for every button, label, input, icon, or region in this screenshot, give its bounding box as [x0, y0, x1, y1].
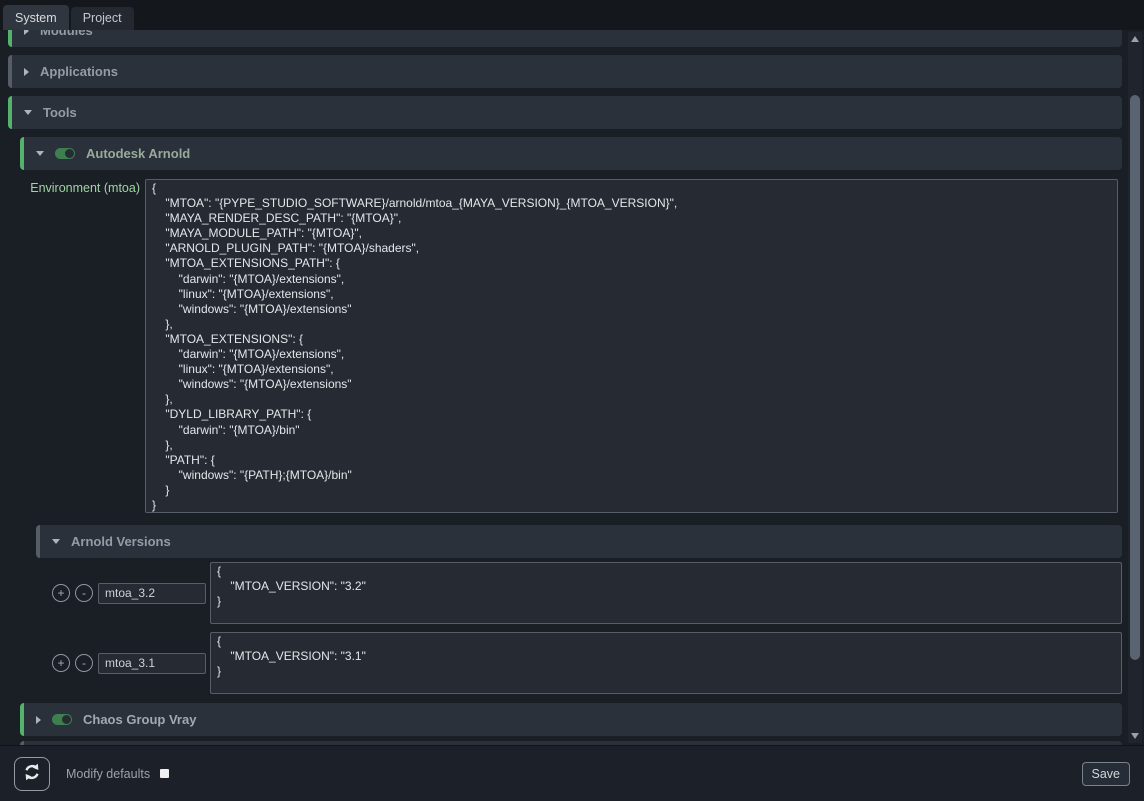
chevron-right-icon [36, 716, 41, 724]
chevron-down-icon [52, 539, 60, 544]
environment-json-editor[interactable]: { "MTOA": "{PYPE_STUDIO_SOFTWARE}/arnold… [145, 179, 1118, 513]
save-button[interactable]: Save [1082, 762, 1131, 786]
section-title: Applications [40, 64, 118, 79]
triangle-up-icon [1131, 36, 1139, 42]
version-key-input[interactable] [98, 583, 206, 604]
enabled-toggle[interactable] [55, 148, 75, 159]
chevron-right-icon [24, 68, 29, 76]
section-arnold-versions[interactable]: Arnold Versions [36, 525, 1122, 558]
scrollbar-thumb[interactable] [1130, 95, 1140, 660]
chevron-right-icon [24, 30, 29, 35]
section-title: Chaos Group Vray [83, 712, 196, 727]
version-row: + - { "MTOA_VERSION": "3.2" } [0, 562, 1122, 624]
toggle-knob [65, 149, 74, 158]
version-key-input[interactable] [98, 653, 206, 674]
add-version-button[interactable]: + [52, 584, 70, 602]
version-json-editor[interactable]: { "MTOA_VERSION": "3.1" } [210, 632, 1122, 694]
scroll-down-button[interactable] [1128, 729, 1142, 743]
remove-version-button[interactable]: - [75, 584, 93, 602]
chevron-down-icon [36, 151, 44, 156]
section-partially-visible[interactable] [20, 741, 1122, 745]
section-title: Arnold Versions [71, 534, 171, 549]
modify-defaults-checkbox[interactable] [160, 769, 169, 778]
environment-label: Environment (mtoa) [0, 179, 145, 513]
tab-system[interactable]: System [3, 5, 69, 30]
section-chaos-group-vray[interactable]: Chaos Group Vray [20, 703, 1122, 736]
environment-row: Environment (mtoa) { "MTOA": "{PYPE_STUD… [0, 179, 1122, 513]
footer-bar: Modify defaults Save [0, 745, 1144, 801]
settings-window: System Project Modules Applications Tool… [0, 0, 1144, 801]
enabled-toggle[interactable] [52, 714, 72, 725]
section-tools[interactable]: Tools [8, 96, 1122, 129]
refresh-button[interactable] [14, 757, 50, 791]
triangle-down-icon [1131, 733, 1139, 739]
toggle-knob [62, 715, 71, 724]
section-autodesk-arnold[interactable]: Autodesk Arnold [20, 137, 1122, 170]
settings-content: Modules Applications Tools Autodesk Arno… [0, 30, 1122, 745]
chevron-down-icon [24, 110, 32, 115]
section-title: Autodesk Arnold [86, 146, 190, 161]
version-json-editor[interactable]: { "MTOA_VERSION": "3.2" } [210, 562, 1122, 624]
refresh-icon [22, 762, 42, 785]
vertical-scrollbar[interactable] [1128, 32, 1142, 743]
add-version-button[interactable]: + [52, 654, 70, 672]
section-modules[interactable]: Modules [8, 30, 1122, 47]
tab-project[interactable]: Project [71, 7, 134, 30]
modify-defaults-label: Modify defaults [66, 767, 150, 781]
section-title: Modules [40, 30, 93, 38]
section-applications[interactable]: Applications [8, 55, 1122, 88]
version-row: + - { "MTOA_VERSION": "3.1" } [0, 632, 1122, 694]
remove-version-button[interactable]: - [75, 654, 93, 672]
section-title: Tools [43, 105, 77, 120]
tab-bar: System Project [0, 0, 1144, 30]
settings-scroll-area: Modules Applications Tools Autodesk Arno… [0, 30, 1144, 745]
scroll-up-button[interactable] [1128, 32, 1142, 46]
